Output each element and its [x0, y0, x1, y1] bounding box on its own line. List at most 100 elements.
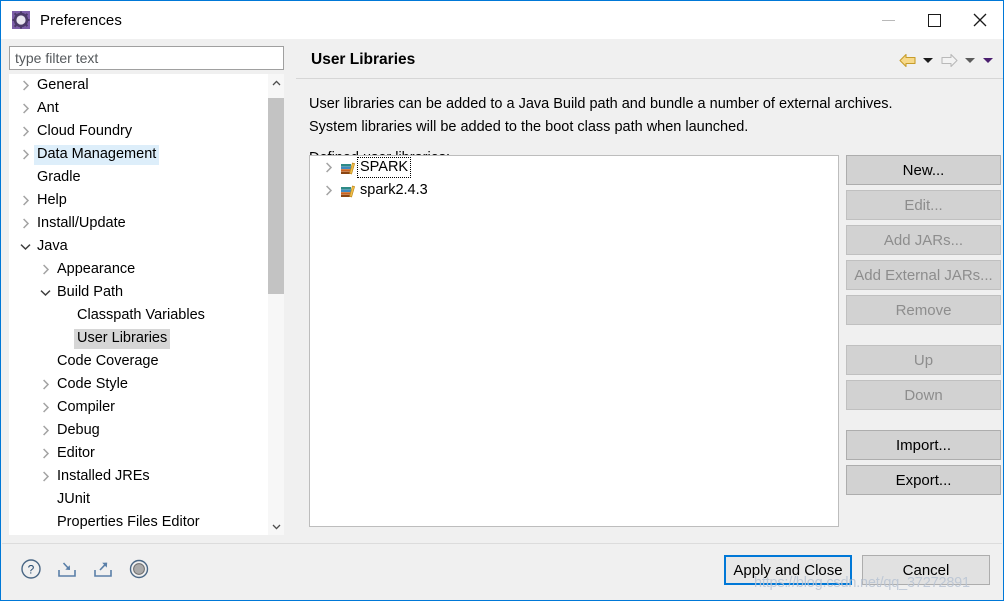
chevron-down-icon	[40, 289, 51, 296]
tree-item-label: Debug	[57, 421, 100, 438]
preferences-tree[interactable]: General Ant Cloud Foundry Data Management Gr…	[9, 74, 284, 535]
import-button[interactable]: Import...	[846, 430, 1001, 460]
back-arrow-icon[interactable]	[896, 48, 918, 72]
tree-item-label: General	[37, 76, 89, 93]
preferences-dialog: Preferences type filter text General Ant C…	[0, 0, 1004, 601]
apply-and-close-button[interactable]: Apply and Close	[724, 555, 852, 585]
sidebar-item-properties-files-editor[interactable]: Properties Files Editor	[9, 511, 269, 534]
library-rows: SPARK spark2.4.3	[310, 156, 838, 202]
tree-twisty[interactable]	[17, 149, 34, 160]
sidebar-item-general[interactable]: General	[9, 74, 269, 97]
library-books-icon	[338, 160, 358, 176]
tree-item-label: Java	[37, 237, 68, 254]
tree-item-label: Installed JREs	[57, 467, 150, 484]
chevron-right-icon	[42, 448, 49, 459]
filter-input[interactable]: type filter text	[9, 46, 284, 70]
chevron-right-icon	[22, 103, 29, 114]
tree-twisty[interactable]	[17, 218, 34, 229]
sidebar-item-debug[interactable]: Debug	[9, 419, 269, 442]
sidebar-item-cloud-foundry[interactable]: Cloud Foundry	[9, 120, 269, 143]
scrollbar-thumb[interactable]	[268, 98, 284, 294]
tree-item-label: Code Style	[57, 375, 128, 392]
tree-scrollbar[interactable]	[268, 74, 284, 535]
tree-twisty[interactable]	[17, 103, 34, 114]
export-button[interactable]: Export...	[846, 465, 1001, 495]
tree-item-label: User Libraries	[74, 328, 171, 349]
footer-buttons: Apply and Close Cancel	[724, 555, 990, 585]
chevron-right-icon	[42, 264, 49, 275]
user-libraries-list[interactable]: SPARK spark2.4.3	[309, 155, 839, 527]
close-icon[interactable]	[957, 1, 1003, 39]
page-description-line1: User libraries can be added to a Java Bu…	[309, 96, 893, 112]
tree-item-label: Compiler	[57, 398, 116, 415]
tree-twisty[interactable]	[17, 195, 34, 206]
tree-twisty[interactable]	[37, 471, 54, 482]
sidebar-item-java[interactable]: Java	[9, 235, 269, 258]
sidebar-item-install-update[interactable]: Install/Update	[9, 212, 269, 235]
restore-defaults-icon[interactable]	[126, 556, 152, 582]
sidebar-item-user-libraries[interactable]: User Libraries	[9, 327, 269, 350]
tree-item-label: Install/Update	[37, 214, 126, 231]
back-dropdown-icon[interactable]	[920, 48, 936, 72]
sidebar-item-code-style[interactable]: Code Style	[9, 373, 269, 396]
up-button: Up	[846, 345, 1001, 375]
library-row[interactable]: spark2.4.3	[310, 179, 838, 202]
chevron-down-icon	[20, 243, 31, 250]
chevron-right-icon	[22, 149, 29, 160]
tree-item-list: General Ant Cloud Foundry Data Management Gr…	[9, 74, 269, 534]
sidebar-item-data-management[interactable]: Data Management	[9, 143, 269, 166]
tree-twisty[interactable]	[37, 289, 54, 297]
chevron-right-icon[interactable]	[320, 162, 338, 173]
tree-item-label: Ant	[37, 99, 59, 116]
chevron-right-icon	[42, 379, 49, 390]
library-books-icon	[338, 183, 358, 199]
tree-twisty[interactable]	[37, 448, 54, 459]
import-preferences-icon[interactable]	[54, 556, 80, 582]
forward-dropdown-icon[interactable]	[962, 48, 978, 72]
sidebar-item-installed-jres[interactable]: Installed JREs	[9, 465, 269, 488]
sidebar-item-compiler[interactable]: Compiler	[9, 396, 269, 419]
scroll-up-icon[interactable]	[268, 74, 284, 91]
view-menu-dropdown-icon[interactable]	[980, 48, 996, 72]
edit-button: Edit...	[846, 190, 1001, 220]
dialog-footer: ? Apply and Close Cancel	[2, 543, 1002, 599]
tree-twisty[interactable]	[37, 264, 54, 275]
chevron-right-icon	[22, 195, 29, 206]
tree-twisty[interactable]	[37, 379, 54, 390]
tree-twisty[interactable]	[17, 243, 34, 251]
tree-twisty[interactable]	[17, 126, 34, 137]
sidebar-item-appearance[interactable]: Appearance	[9, 258, 269, 281]
sidebar-item-editor[interactable]: Editor	[9, 442, 269, 465]
down-button: Down	[846, 380, 1001, 410]
sidebar-item-junit[interactable]: JUnit	[9, 488, 269, 511]
chevron-right-icon	[326, 185, 333, 196]
window-title: Preferences	[40, 11, 122, 29]
forward-arrow-icon	[938, 48, 960, 72]
chevron-right-icon[interactable]	[320, 185, 338, 196]
library-action-buttons: New... Edit... Add JARs... Add External JAR…	[846, 155, 1003, 500]
maximize-button[interactable]	[911, 1, 957, 39]
cancel-button[interactable]: Cancel	[862, 555, 990, 585]
minimize-button[interactable]	[865, 1, 911, 39]
sidebar-item-classpath-variables[interactable]: Classpath Variables	[9, 304, 269, 327]
help-icon[interactable]: ?	[18, 556, 44, 582]
library-row[interactable]: SPARK	[310, 156, 838, 179]
tree-item-label: Appearance	[57, 260, 136, 277]
tree-twisty[interactable]	[37, 425, 54, 436]
sidebar-item-gradle[interactable]: Gradle	[9, 166, 269, 189]
sidebar-item-ant[interactable]: Ant	[9, 97, 269, 120]
add-external-jars-button: Add External JARs...	[846, 260, 1001, 290]
new-button[interactable]: New...	[846, 155, 1001, 185]
button-spacer	[846, 325, 1003, 345]
sidebar-item-build-path[interactable]: Build Path	[9, 281, 269, 304]
tree-item-label: Editor	[57, 444, 95, 461]
sidebar-item-code-coverage[interactable]: Code Coverage	[9, 350, 269, 373]
footer-icon-group: ?	[18, 556, 152, 582]
tree-item-label: Code Coverage	[57, 352, 159, 369]
scroll-down-icon[interactable]	[268, 518, 284, 535]
tree-twisty[interactable]	[17, 80, 34, 91]
export-preferences-icon[interactable]	[90, 556, 116, 582]
page-header: User Libraries	[296, 41, 1003, 79]
tree-twisty[interactable]	[37, 402, 54, 413]
sidebar-item-help[interactable]: Help	[9, 189, 269, 212]
